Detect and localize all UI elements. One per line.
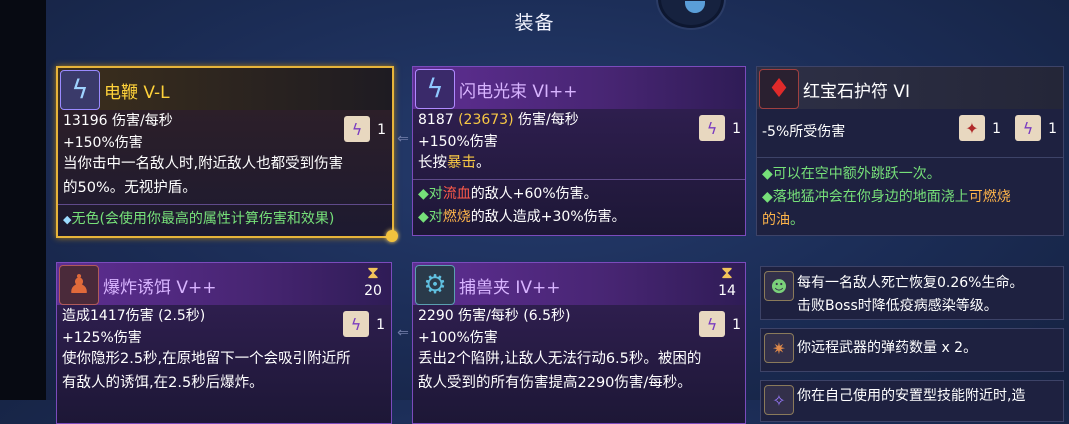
explosive-decoy-icon: ♟ <box>59 265 99 305</box>
effect-text: 无色(会使用你最高的属性计算伤害和效果) <box>71 211 335 227</box>
item-description: 长按暴击。 <box>418 155 491 171</box>
scroll-icon: ϟ <box>344 116 370 142</box>
weapon-card-electric-whip[interactable]: ϟ 电鞭 V-L 13196 伤害/每秒 +150%伤害 ϟ 1 当你击中一名敌… <box>56 66 398 242</box>
link-arrow-icon: ⇐ <box>397 131 409 147</box>
card-body: 2290 伤害/每秒 (6.5秒) +100%伤害 ϟ 1 丢出2个陷阱,让敌人… <box>413 305 745 423</box>
item-description: 使你隐形2.5秒,在原地留下一个会吸引附近所 有敌人的诱饵,在2.5秒后爆炸。 <box>62 351 351 391</box>
ammo-mutation-icon: ✷ <box>764 333 794 363</box>
scroll-count: 1 <box>377 122 386 138</box>
scroll-count: 1 <box>732 317 741 333</box>
stat-line: -5%所受伤害 <box>762 124 846 140</box>
cooldown: ⧗ 14 <box>713 263 741 299</box>
effect-line: ◆落地猛冲会在你身边的地面浇上可燃烧 <box>762 189 1011 205</box>
scroll-icon: ϟ <box>699 311 725 337</box>
scroll-brutality-icon: ✦ <box>959 115 985 141</box>
effect-list: ◆对流血的敌人+60%伤害。 ◆对燃烧的敌人造成+30%伤害。 <box>418 183 741 229</box>
card-body: -5%所受伤害 ✦ 1 ϟ 1 ◆可以在空中额外跳跃一次。 ◆落地猛冲会在你身边… <box>757 109 1063 235</box>
desc-line: 的50%。无视护盾。 <box>63 180 197 196</box>
bonus-line: +150%伤害 <box>418 134 498 150</box>
card-body: 造成1417伤害 (2.5秒) +125%伤害 ϟ 1 使你隐形2.5秒,在原地… <box>57 305 391 423</box>
dps-line: 8187 (23673) 伤害/每秒 <box>418 112 579 128</box>
mutation-text: 每有一名敌人死亡恢复0.26%生命。 击败Boss时降低疫病感染等级。 <box>797 275 1024 314</box>
damage-line: 造成1417伤害 (2.5秒) <box>62 308 206 324</box>
mutation-row[interactable]: ☻ 每有一名敌人死亡恢复0.26%生命。 击败Boss时降低疫病感染等级。 <box>760 266 1064 320</box>
dps-line: 13196 伤害/每秒 <box>63 113 173 129</box>
bonus-line: +150%伤害 <box>63 135 143 151</box>
dps-line: 2290 伤害/每秒 (6.5秒) <box>418 308 571 324</box>
scroll-count: 1 <box>732 121 741 137</box>
left-dark-bar <box>0 0 46 400</box>
divider <box>757 157 1063 158</box>
mutation-row[interactable]: ✷ 你远程武器的弹药数量 x 2。 <box>760 328 1064 372</box>
effect-line: ◆对燃烧的敌人造成+30%伤害。 <box>418 209 626 225</box>
effect-line: ◆对流血的敌人+60%伤害。 <box>418 186 598 202</box>
card-header: ⚙ 捕兽夹 IV++ ⧗ 14 <box>413 263 745 305</box>
scroll-tactics-icon: ϟ <box>1015 115 1041 141</box>
ruby-amulet-icon: ♦ <box>759 69 799 109</box>
card-body: 13196 伤害/每秒 +150%伤害 ϟ 1 当你击中一名敌人时,附近敌人也都… <box>58 110 392 236</box>
item-name: 捕兽夹 IV++ <box>459 278 561 298</box>
necromancy-mutation-icon: ☻ <box>764 271 794 301</box>
effect-line: 的油。 <box>762 212 804 228</box>
hourglass-icon: ⧗ <box>367 263 379 283</box>
card-header: ϟ 电鞭 V-L <box>58 68 392 110</box>
scroll-icon: ϟ <box>699 115 725 141</box>
weapon-card-lightning-beam[interactable]: ϟ 闪电光束 VI++ 8187 (23673) 伤害/每秒 +150%伤害 ϟ… <box>412 66 746 236</box>
card-header: ♦ 红宝石护符 VI <box>757 67 1063 109</box>
scroll-icon: ϟ <box>343 311 369 337</box>
mutation-row[interactable]: ✧ 你在自己使用的安置型技能附近时,造 <box>760 380 1064 422</box>
effect-list: ◆可以在空中额外跳跃一次。 ◆落地猛冲会在你身边的地面浇上可燃烧 的油。 <box>762 163 1059 232</box>
effect-line: ◆可以在空中额外跳跃一次。 <box>762 166 941 182</box>
lightning-beam-icon: ϟ <box>415 69 455 109</box>
bonus-line: +100%伤害 <box>418 330 498 346</box>
item-name: 闪电光束 VI++ <box>459 82 578 102</box>
amulet-card-ruby[interactable]: ♦ 红宝石护符 VI -5%所受伤害 ✦ 1 ϟ 1 ◆可以在空中额外跳跃一次。… <box>756 66 1064 236</box>
scroll-count: 1 <box>376 317 385 333</box>
mutation-text: 你远程武器的弹药数量 x 2。 <box>797 340 978 356</box>
scroll-count: 1 <box>992 121 1001 137</box>
desc-line: 当你击中一名敌人时,附近敌人也都受到伤害 <box>63 156 344 172</box>
divider <box>58 204 392 205</box>
item-name: 爆炸诱饵 V++ <box>103 278 217 298</box>
deployable-mutation-icon: ✧ <box>764 385 794 415</box>
effect-line: ◆无色(会使用你最高的属性计算伤害和效果) <box>63 208 388 231</box>
item-name: 红宝石护符 VI <box>803 82 911 102</box>
card-header: ϟ 闪电光束 VI++ <box>413 67 745 109</box>
electric-whip-icon: ϟ <box>60 70 100 110</box>
wolf-trap-icon: ⚙ <box>415 265 455 305</box>
mutation-text: 你在自己使用的安置型技能附近时,造 <box>797 388 1026 404</box>
link-arrow-icon: ⇐ <box>397 325 409 341</box>
card-body: 8187 (23673) 伤害/每秒 +150%伤害 ϟ 1 长按暴击。 ◆对流… <box>413 109 745 235</box>
item-name: 电鞭 V-L <box>104 83 170 103</box>
scroll-count: 1 <box>1048 121 1057 137</box>
divider <box>413 179 745 180</box>
item-description: 当你击中一名敌人时,附近敌人也都受到伤害 的50%。无视护盾。 <box>63 152 386 200</box>
cooldown: ⧗ 20 <box>359 263 387 299</box>
hourglass-icon: ⧗ <box>721 263 733 283</box>
card-header: ♟ 爆炸诱饵 V++ ⧗ 20 <box>57 263 391 305</box>
gold-corner-ornament <box>386 230 398 242</box>
bonus-line: +125%伤害 <box>62 330 142 346</box>
screen-title: 装备 <box>514 12 555 34</box>
item-description: 丢出2个陷阱,让敌人无法行动6.5秒。被困的 敌人受到的所有伤害提高2290伤害… <box>418 351 702 391</box>
